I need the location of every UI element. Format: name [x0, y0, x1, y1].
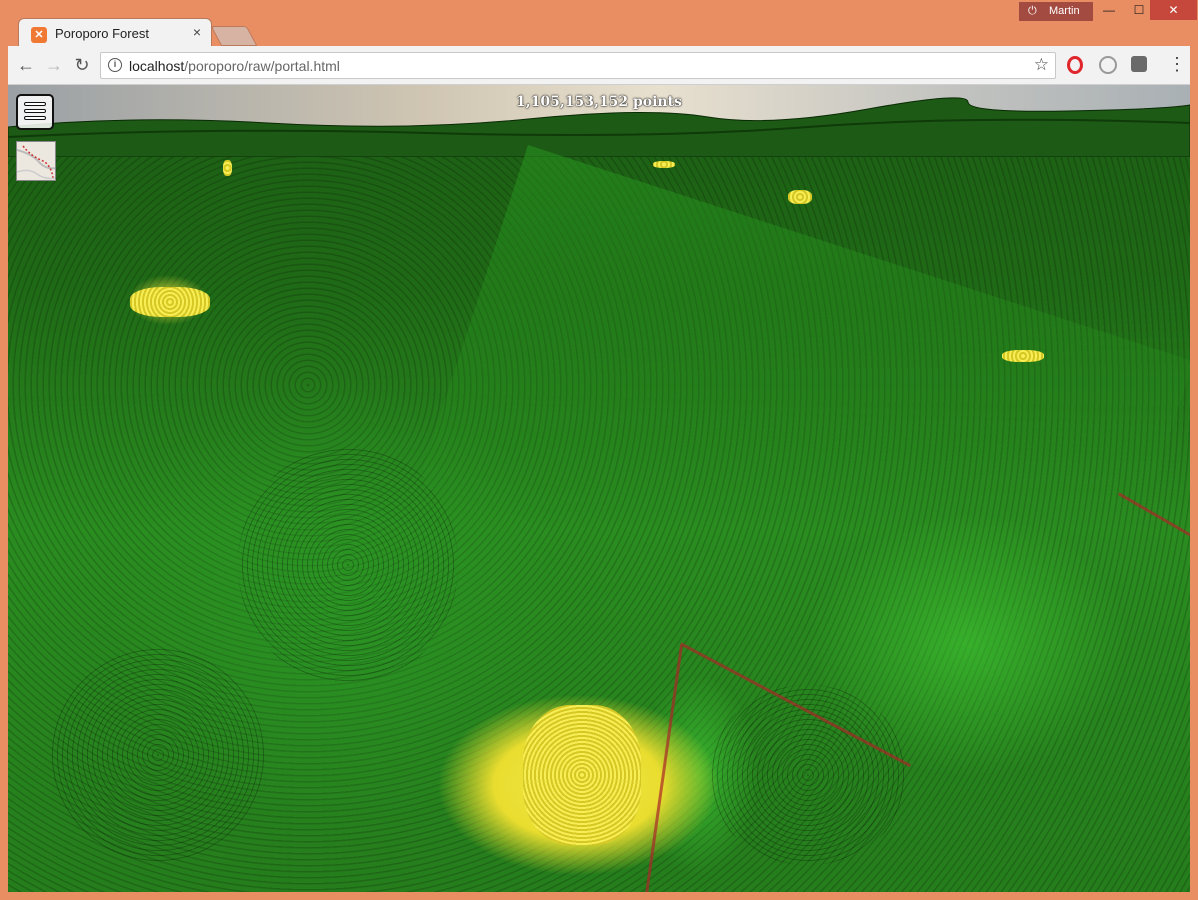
menu-bar: [24, 109, 46, 113]
sidebar-menu-button[interactable]: [16, 94, 54, 130]
address-bar[interactable]: i localhost/poroporo/raw/portal.html ☆: [100, 52, 1056, 79]
bookmark-star-icon[interactable]: ☆: [1034, 55, 1049, 75]
point-cloud-viewport[interactable]: 1,105,153,152 points: [8, 85, 1190, 892]
url-path: /poroporo/raw/portal.html: [184, 58, 340, 74]
forest-trail: [645, 645, 683, 892]
map-icon: [17, 145, 55, 180]
browser-toolbar: ← → ↻ i localhost/poroporo/raw/portal.ht…: [8, 46, 1190, 85]
url-text[interactable]: localhost/poroporo/raw/portal.html: [129, 58, 340, 74]
xampp-icon: ✕: [31, 27, 47, 43]
title-bar: ✕ Poroporo Forest × ⏻ Martin — ☐ ✕: [0, 0, 1198, 48]
vpn-extension-icon[interactable]: [1099, 56, 1117, 74]
highlighted-tree-group: [223, 160, 232, 176]
browser-menu-icon[interactable]: ⋮: [1168, 54, 1186, 75]
valley-slope: [410, 145, 1190, 723]
opera-extension-icon[interactable]: [1067, 56, 1083, 74]
tree-cluster: [48, 645, 268, 865]
point-count-label: 1,105,153,152 points: [516, 94, 682, 110]
tree-cluster: [238, 445, 458, 685]
profile-button[interactable]: ⏻ Martin: [1019, 2, 1093, 21]
menu-bar: [24, 102, 46, 106]
highlighted-tree-group: [130, 287, 210, 317]
close-window-button[interactable]: ✕: [1150, 0, 1197, 20]
back-button[interactable]: ←: [14, 55, 38, 76]
info-icon[interactable]: i: [108, 58, 122, 72]
new-tab-button[interactable]: [210, 26, 258, 46]
close-tab-icon[interactable]: ×: [193, 24, 201, 40]
highlighted-tree-group: [1002, 350, 1044, 362]
highlighted-tree-group: [523, 705, 641, 845]
reload-button[interactable]: ↻: [70, 55, 94, 76]
minimize-button[interactable]: —: [1094, 0, 1124, 20]
extension-tile-icon[interactable]: [1131, 56, 1147, 72]
browser-tab[interactable]: ✕ Poroporo Forest ×: [18, 18, 212, 48]
profile-name: Martin: [1049, 5, 1080, 17]
profile-icon: ⏻: [1028, 5, 1037, 17]
url-host: localhost: [129, 58, 185, 74]
menu-bar: [24, 116, 46, 120]
highlighted-tree-group: [653, 161, 675, 168]
window-bottom-edge: [0, 892, 1198, 900]
highlighted-tree-group: [788, 190, 812, 204]
forward-button[interactable]: →: [42, 55, 66, 76]
tab-title: Poroporo Forest: [55, 26, 149, 41]
minimap-button[interactable]: [16, 141, 56, 181]
